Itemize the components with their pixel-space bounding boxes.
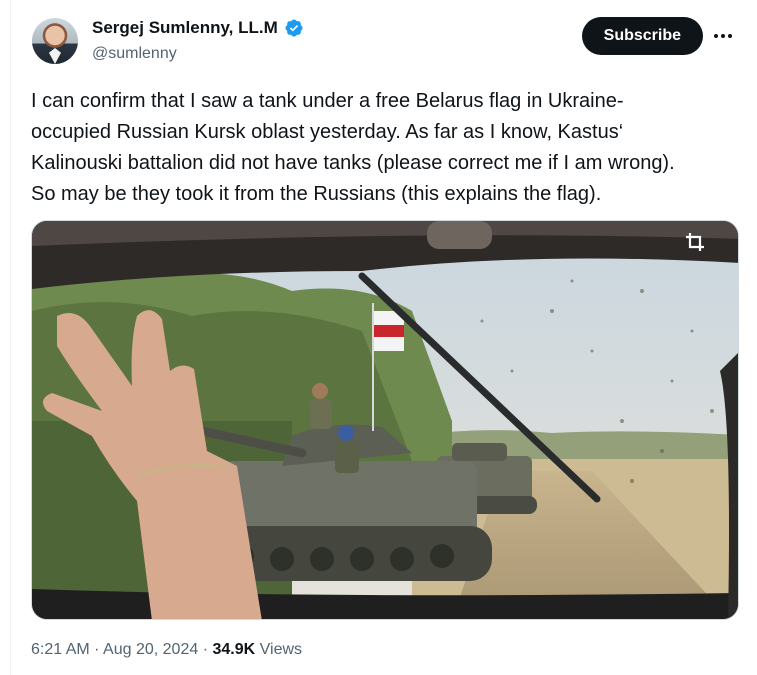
- views-count: 34.9K: [212, 641, 256, 658]
- tweet-text: I can confirm that I saw a tank under a …: [31, 90, 675, 205]
- photo-image: [32, 221, 738, 619]
- tweet-header: Sergej Sumlenny, LL.M @sumlenny Subscrib…: [30, 16, 737, 70]
- tweet-time: 6:21 AM: [31, 641, 90, 658]
- tweet-date: Aug 20, 2024: [103, 641, 199, 658]
- verified-badge-icon: [285, 19, 303, 37]
- separator: ·: [94, 641, 100, 658]
- separator: ·: [202, 641, 209, 658]
- author-handle[interactable]: @sumlenny: [92, 45, 177, 63]
- timeline-border: [10, 0, 11, 675]
- avatar[interactable]: [32, 18, 78, 64]
- tweet-time-link[interactable]: 6:21 AM · Aug 20, 2024: [31, 641, 198, 658]
- author-name-row[interactable]: Sergej Sumlenny, LL.M: [92, 18, 304, 38]
- tweet-metadata: 6:21 AM · Aug 20, 2024 · 34.9K Views: [31, 641, 302, 659]
- crop-icon[interactable]: [684, 231, 706, 253]
- subscribe-button[interactable]: Subscribe: [581, 17, 703, 55]
- more-dots-icon[interactable]: [709, 22, 737, 50]
- views[interactable]: 34.9K Views: [212, 641, 302, 658]
- views-label: Views: [259, 641, 303, 658]
- tweet-photo[interactable]: [31, 220, 739, 620]
- author-display-name[interactable]: Sergej Sumlenny, LL.M: [92, 18, 278, 38]
